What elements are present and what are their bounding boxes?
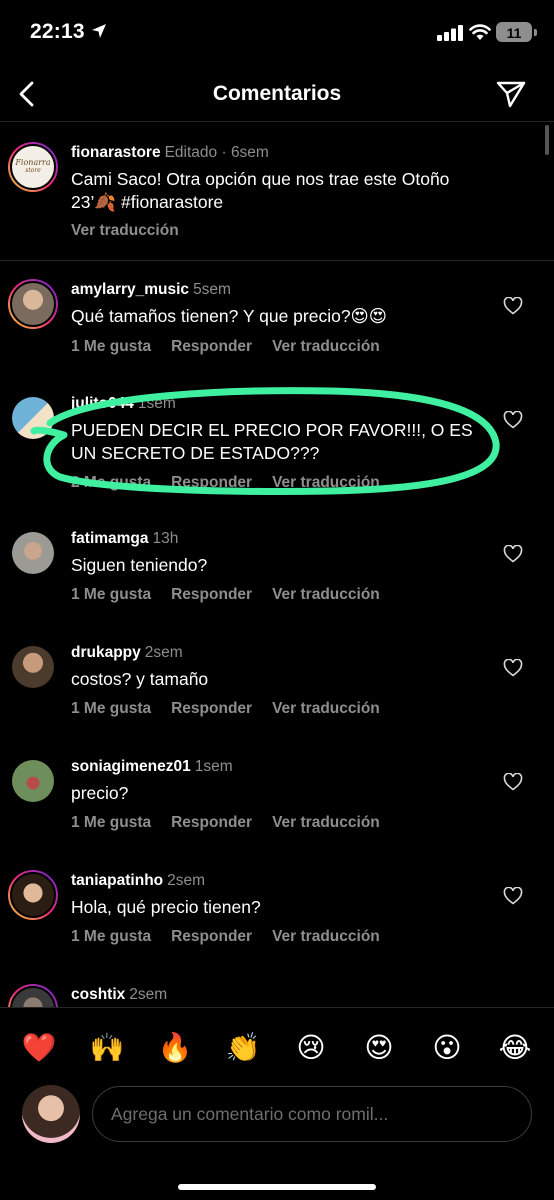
reply-button[interactable]: Responder xyxy=(171,338,252,355)
comment-header: taniapatinho 2sem xyxy=(71,872,205,890)
reaction-row: ❤️ 🙌 🔥 👏 😢 😍 😮 😂 xyxy=(0,1028,554,1068)
comment-header: amylarry_music 5sem xyxy=(71,281,231,299)
comment-meta: 2sem xyxy=(167,872,206,889)
wifi-icon xyxy=(469,24,491,40)
reply-button[interactable]: Responder xyxy=(171,700,252,717)
comment-meta: Editado · 6sem xyxy=(164,144,269,161)
comment-meta: 5sem xyxy=(193,281,231,298)
avatar-image xyxy=(12,760,54,802)
heart-outline-icon[interactable] xyxy=(503,659,523,677)
comment-actions: 1 Me gusta Responder Ver traducción xyxy=(71,928,400,946)
avatar-image xyxy=(12,646,54,688)
username[interactable]: fatimamga xyxy=(71,530,149,547)
avatar[interactable] xyxy=(8,642,58,692)
comment-input[interactable] xyxy=(92,1086,532,1142)
comment-actions: 1 Me gusta Responder Ver traducción xyxy=(71,700,400,718)
divider xyxy=(0,260,554,261)
location-arrow-icon xyxy=(92,24,106,38)
likes-count[interactable]: 1 Me gusta xyxy=(71,700,151,717)
username[interactable]: taniapatinho xyxy=(71,872,163,889)
highlight-annotation xyxy=(30,387,500,495)
comment-actions: 1 Me gusta Responder Ver traducción xyxy=(71,586,400,604)
username[interactable]: fionarastore xyxy=(71,144,161,161)
username[interactable]: drukappy xyxy=(71,644,141,661)
logo-text-top: Fionarra xyxy=(15,158,51,167)
comment-text: costos? y tamaño xyxy=(71,669,209,689)
avatar-image xyxy=(10,986,56,1007)
comment-actions: Ver traducción xyxy=(71,222,199,240)
username[interactable]: coshtix xyxy=(71,986,125,1003)
brand-logo: Fionarra store xyxy=(10,144,56,190)
status-bar: 22:13 11 xyxy=(0,0,554,66)
page-title: Comentarios xyxy=(212,82,342,105)
comment-header: drukappy 2sem xyxy=(71,644,183,662)
reaction-heart-eyes-emoji[interactable]: 😍 xyxy=(359,1028,399,1068)
avatar[interactable] xyxy=(8,528,58,578)
translate-link[interactable]: Ver traducción xyxy=(272,928,380,945)
likes-count[interactable]: 1 Me gusta xyxy=(71,338,151,355)
likes-count[interactable]: 1 Me gusta xyxy=(71,814,151,831)
avatar-image xyxy=(10,872,56,918)
heart-outline-icon[interactable] xyxy=(503,887,523,905)
likes-count[interactable]: 1 Me gusta xyxy=(71,586,151,603)
signal-icon xyxy=(437,25,463,41)
avatar-image xyxy=(10,281,56,327)
comment-text: Qué tamaños tienen? Y que precio?😍😍 xyxy=(71,306,388,326)
comment-header: fatimamga 13h xyxy=(71,530,178,548)
reaction-fire-emoji[interactable]: 🔥 xyxy=(155,1028,195,1068)
avatar-image xyxy=(12,532,54,574)
translate-link[interactable]: Ver traducción xyxy=(272,586,380,603)
comment-text: precio? xyxy=(71,783,129,803)
comment-header: fionarastore Editado · 6sem xyxy=(71,144,269,162)
home-indicator xyxy=(178,1184,376,1190)
current-user-avatar xyxy=(22,1085,80,1143)
reaction-raised-hands-emoji[interactable]: 🙌 xyxy=(87,1028,127,1068)
comment-text: Hola, qué precio tienen? xyxy=(71,897,261,917)
avatar[interactable]: Fionarra store xyxy=(8,142,58,192)
comment-list[interactable]: Fionarra store fionarastore Editado · 6se… xyxy=(0,123,554,1007)
reply-button[interactable]: Responder xyxy=(171,928,252,945)
comment-actions: 1 Me gusta Responder Ver traducción xyxy=(71,338,400,356)
avatar[interactable] xyxy=(8,870,58,920)
battery-indicator: 11 xyxy=(496,22,532,42)
caption-text: Cami Saco! Otra opción que nos trae este… xyxy=(71,169,450,212)
heart-outline-icon[interactable] xyxy=(503,545,523,563)
translate-link[interactable]: Ver traducción xyxy=(272,814,380,831)
comment-composer-bar: ❤️ 🙌 🔥 👏 😢 😍 😮 😂 xyxy=(0,1007,554,1200)
heart-outline-icon[interactable] xyxy=(503,411,523,429)
reaction-clap-emoji[interactable]: 👏 xyxy=(223,1028,263,1068)
translate-link[interactable]: Ver traducción xyxy=(71,222,179,239)
avatar[interactable] xyxy=(8,756,58,806)
username[interactable]: amylarry_music xyxy=(71,281,189,298)
battery-level: 11 xyxy=(506,25,522,41)
send-icon[interactable] xyxy=(495,80,527,108)
comment-header: coshtix 2sem xyxy=(71,986,167,1004)
avatar[interactable] xyxy=(8,279,58,329)
comment-meta: 13h xyxy=(152,530,179,547)
scrollbar[interactable] xyxy=(545,125,549,155)
battery-cap xyxy=(534,29,537,36)
status-time: 22:13 xyxy=(30,20,85,43)
translate-link[interactable]: Ver traducción xyxy=(272,700,380,717)
heart-outline-icon[interactable] xyxy=(503,773,523,791)
reply-button[interactable]: Responder xyxy=(171,586,252,603)
logo-text-bottom: store xyxy=(25,167,41,174)
reaction-surprised-emoji[interactable]: 😮 xyxy=(427,1028,467,1068)
translate-link[interactable]: Ver traducción xyxy=(272,338,380,355)
nav-header: Comentarios xyxy=(0,66,554,122)
reaction-heart-emoji[interactable]: ❤️ xyxy=(19,1028,59,1068)
heart-outline-icon[interactable] xyxy=(503,297,523,315)
comment-meta: 1sem xyxy=(194,758,233,775)
reaction-crying-emoji[interactable]: 😢 xyxy=(291,1028,331,1068)
username[interactable]: soniagimenez01 xyxy=(71,758,191,775)
reaction-laughing-emoji[interactable]: 😂 xyxy=(495,1028,535,1068)
comment-meta: 2sem xyxy=(144,644,183,661)
likes-count[interactable]: 1 Me gusta xyxy=(71,928,151,945)
avatar[interactable] xyxy=(8,984,58,1007)
comment-text: Siguen teniendo? xyxy=(71,555,208,575)
comment-actions: 1 Me gusta Responder Ver traducción xyxy=(71,814,400,832)
comment-header: soniagimenez01 1sem xyxy=(71,758,233,776)
comment-meta: 2sem xyxy=(129,986,168,1003)
reply-button[interactable]: Responder xyxy=(171,814,252,831)
